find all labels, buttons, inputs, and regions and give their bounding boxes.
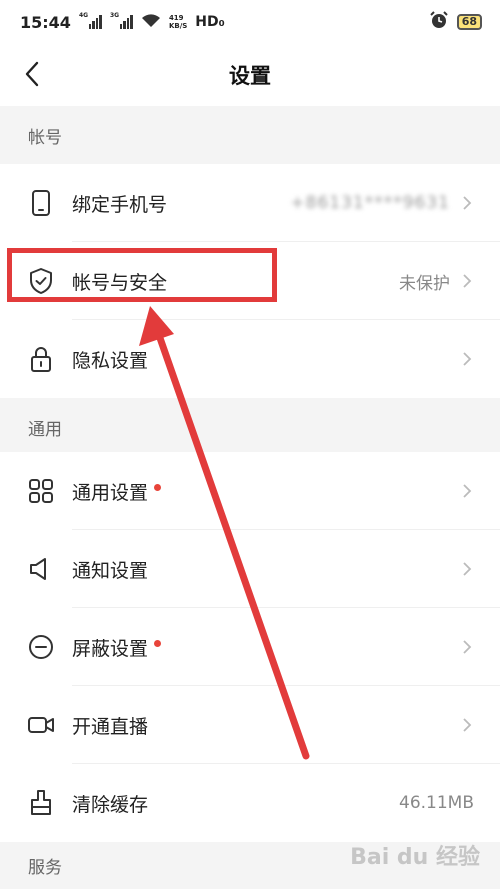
settings-row-live-stream[interactable]: 开通直播 <box>0 686 500 764</box>
hd-indicator: HD₀ <box>195 14 225 30</box>
video-camera-icon <box>26 710 56 740</box>
security-status-value: 未保护 <box>399 273 450 294</box>
chevron-right-icon <box>460 271 474 291</box>
section-header-general: 通用 <box>0 398 500 456</box>
row-label: 通用设置 <box>72 481 149 504</box>
status-bar-left: 15:44 4G 3G 419 KB/S HD₀ <box>20 12 225 32</box>
new-badge-dot <box>154 483 162 491</box>
settings-row-block[interactable]: 屏蔽设置 <box>0 608 500 686</box>
row-label: 通知设置 <box>72 559 149 582</box>
wifi-icon <box>141 13 161 32</box>
row-label: 屏蔽设置 <box>72 637 149 660</box>
chevron-right-icon <box>460 481 474 501</box>
row-label: 绑定手机号 <box>72 193 168 216</box>
back-button[interactable] <box>14 56 50 92</box>
row-label: 清除缓存 <box>72 793 149 816</box>
block-icon <box>26 632 56 662</box>
grid-icon <box>26 476 56 506</box>
new-badge-dot <box>154 639 162 647</box>
phone-number-value: +86131****9631 <box>290 193 450 213</box>
network-type-2: 3G <box>109 12 120 19</box>
network-type-1: 4G <box>78 12 89 19</box>
chevron-right-icon <box>460 349 474 369</box>
settings-row-clear-cache[interactable]: 清除缓存 46.11MB <box>0 764 500 842</box>
chevron-right-icon <box>460 637 474 657</box>
alarm-icon <box>429 10 449 34</box>
cache-size-value: 46.11MB <box>399 793 474 813</box>
network-speed-value: 419 <box>168 14 184 22</box>
signal-icon-sim1: 4G <box>78 12 102 29</box>
row-label: 开通直播 <box>72 715 149 738</box>
speaker-icon <box>26 554 56 584</box>
settings-row-bind-phone[interactable]: 绑定手机号 +86131****9631 <box>0 164 500 242</box>
settings-row-account-security[interactable]: 帐号与安全 未保护 <box>0 242 500 320</box>
settings-row-general[interactable]: 通用设置 <box>0 452 500 530</box>
row-label: 帐号与安全 <box>72 271 168 294</box>
chevron-right-icon <box>460 715 474 735</box>
network-speed-unit: KB/S <box>168 22 188 30</box>
settings-row-privacy[interactable]: 隐私设置 <box>0 320 500 398</box>
settings-row-notification[interactable]: 通知设置 <box>0 530 500 608</box>
broom-icon <box>26 788 56 818</box>
row-label: 隐私设置 <box>72 349 149 372</box>
status-time: 15:44 <box>20 12 71 32</box>
lock-icon <box>26 344 56 374</box>
page-title: 设置 <box>229 64 271 88</box>
signal-icon-sim2: 3G <box>109 12 133 29</box>
section-header-service: 服务 <box>0 842 500 889</box>
nav-bar: 设置 <box>0 44 500 106</box>
chevron-right-icon <box>460 193 474 213</box>
battery-indicator: 68 <box>456 14 482 30</box>
status-bar: 15:44 4G 3G 419 KB/S HD₀ 68 <box>0 0 500 44</box>
chevron-left-icon <box>25 61 39 87</box>
status-bar-right: 68 <box>429 10 482 34</box>
network-speed: 419 KB/S <box>169 14 187 30</box>
shield-check-icon <box>26 266 56 296</box>
section-header-account: 帐号 <box>0 106 500 164</box>
chevron-right-icon <box>460 559 474 579</box>
phone-icon <box>26 188 56 218</box>
